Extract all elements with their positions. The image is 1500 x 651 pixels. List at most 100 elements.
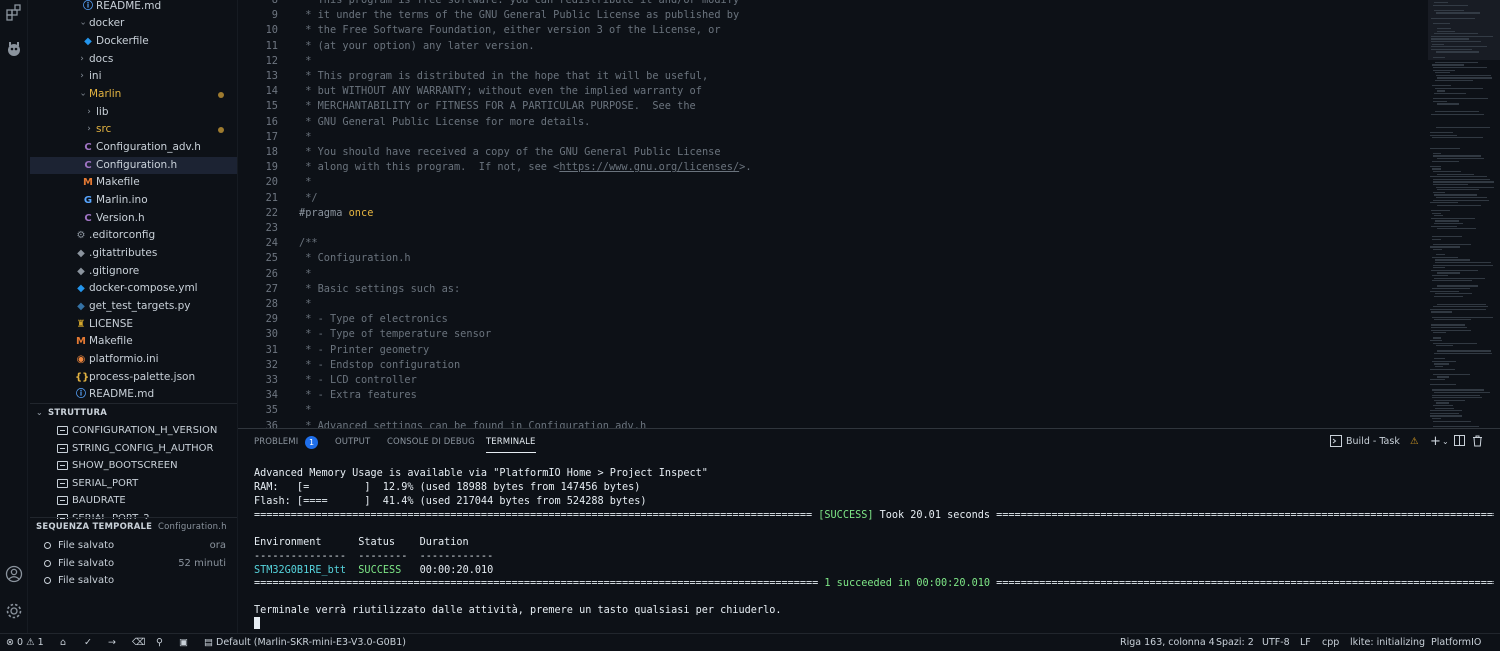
line-number: 15: [265, 100, 278, 113]
environment-selector[interactable]: ▤ Default (Marlin-SKR-mini-E3-V3.0-G0B1): [204, 634, 406, 651]
explorer-item-label: Marlin.ino: [96, 194, 148, 206]
code-text: * MERCHANTABILITY or FITNESS FOR A PARTI…: [299, 100, 696, 113]
explorer-item[interactable]: › docker: [30, 15, 237, 32]
explorer-item-label: src: [96, 123, 112, 135]
build-check-icon[interactable]: ✓: [84, 634, 92, 651]
line-ending[interactable]: LF: [1300, 634, 1311, 651]
docker-icon: ◆: [84, 36, 92, 47]
language-mode[interactable]: cpp: [1322, 634, 1339, 651]
minimap-line: [1437, 30, 1455, 32]
code-text: * Configuration.h: [299, 252, 411, 265]
timeline-item[interactable]: File salvato: [30, 572, 237, 589]
explorer-item[interactable]: C Version.h: [30, 210, 237, 227]
explorer-item[interactable]: ◆ get_test_targets.py: [30, 298, 237, 315]
minimap-line: [1432, 418, 1441, 420]
explorer-item[interactable]: G Marlin.ino: [30, 192, 237, 209]
minimap-line: [1430, 176, 1487, 178]
tab-output[interactable]: OUTPUT: [335, 435, 370, 449]
explorer-item[interactable]: ♜ LICENSE: [30, 316, 237, 333]
outline-item[interactable]: CONFIGURATION_H_VERSION: [30, 422, 237, 439]
explorer-item[interactable]: ⓘ README.md: [30, 386, 237, 403]
minimap-line: [1433, 184, 1468, 186]
explorer-item-label: Configuration.h: [96, 159, 178, 171]
tab-debug-console[interactable]: CONSOLE DI DEBUG: [387, 435, 475, 449]
minimap-line: [1430, 202, 1458, 204]
outline-section-header[interactable]: ⌄ STRUTTURA: [30, 403, 237, 421]
license-link[interactable]: https://www.gnu.org/licenses/: [559, 161, 739, 173]
timeline-item-label: File salvato: [58, 540, 115, 551]
minimap[interactable]: [1428, 0, 1500, 428]
minimap-line: [1430, 132, 1453, 134]
minimap-line: [1434, 363, 1449, 365]
status-bar: ⊗ 0 ⚠ 1 ⌂ ✓ → ⌫ ⚲ ▣ ▤ Default (Marlin-SK…: [0, 633, 1500, 651]
extensions-icon[interactable]: [4, 4, 24, 24]
explorer-item[interactable]: C Configuration_adv.h: [30, 139, 237, 156]
minimap-line: [1431, 311, 1452, 313]
minimap-line: [1435, 87, 1483, 89]
line-number: 14: [265, 85, 278, 98]
platformio-status[interactable]: PlatformIO: [1431, 634, 1481, 651]
minimap-line: [1433, 264, 1493, 266]
explorer-item[interactable]: M Makefile: [30, 333, 237, 350]
home-icon[interactable]: ⌂: [60, 634, 66, 651]
minimap-line: [1431, 48, 1472, 50]
code-line: 26 *: [238, 267, 1428, 282]
terminal-cursor[interactable]: [254, 617, 260, 629]
code-editor[interactable]: 8 * This program is free software: you c…: [238, 0, 1500, 428]
trash-icon[interactable]: [1472, 435, 1483, 452]
explorer-item[interactable]: ◉ platformio.ini: [30, 351, 237, 368]
minimap-line: [1435, 220, 1459, 222]
outline-item[interactable]: SHOW_BOOTSCREEN: [30, 457, 237, 474]
explorer-item[interactable]: ◆ docker-compose.yml: [30, 280, 237, 297]
terminal-icon[interactable]: [1330, 435, 1342, 452]
platformio-icon[interactable]: [4, 40, 24, 60]
lsp-status[interactable]: lkite: initializing: [1350, 634, 1425, 651]
chevron-down-icon[interactable]: ⌄: [1442, 435, 1449, 449]
settings-gear-icon[interactable]: [4, 602, 24, 622]
serial-terminal-icon[interactable]: ▣: [179, 634, 188, 651]
constant-symbol-icon: [57, 443, 68, 453]
account-icon[interactable]: [4, 565, 24, 585]
explorer-item[interactable]: C Configuration.h: [30, 157, 237, 174]
code-line: 31 * - Printer geometry: [238, 343, 1428, 358]
timeline-section-header[interactable]: ⌄ SEQUENZA TEMPORALE Configuration.h: [30, 517, 237, 535]
explorer-item[interactable]: ⓘ README.md: [30, 0, 237, 15]
cursor-position[interactable]: Riga 163, colonna 4: [1120, 634, 1215, 651]
plug-icon[interactable]: ⚲: [156, 634, 163, 651]
outline-title: STRUTTURA: [48, 408, 107, 418]
explorer-item[interactable]: › ini: [30, 68, 237, 85]
explorer-item[interactable]: ◆ .gitattributes: [30, 245, 237, 262]
split-icon[interactable]: [1454, 435, 1465, 451]
encoding[interactable]: UTF-8: [1262, 634, 1290, 651]
task-label[interactable]: Build - Task: [1346, 435, 1400, 449]
explorer-item[interactable]: M Makefile: [30, 174, 237, 191]
outline-item[interactable]: BAUDRATE: [30, 492, 237, 509]
tab-problems[interactable]: PROBLEMI: [254, 435, 298, 449]
minimap-line: [1433, 98, 1488, 100]
line-number: 11: [265, 39, 278, 52]
tab-terminal[interactable]: TERMINALE: [486, 435, 536, 453]
clean-trash-icon[interactable]: ⌫: [132, 634, 145, 651]
explorer-item[interactable]: › src: [30, 121, 237, 138]
problems-status[interactable]: ⊗ 0 ⚠ 1: [6, 634, 44, 651]
chevron-right-icon: ›: [87, 124, 91, 134]
upload-arrow-icon[interactable]: →: [108, 634, 116, 651]
explorer-item[interactable]: › lib: [30, 104, 237, 121]
explorer-item[interactable]: {} process-palette.json: [30, 369, 237, 386]
success-text: Took 20.01 seconds: [873, 510, 997, 521]
explorer-item[interactable]: ⚙ .editorconfig: [30, 227, 237, 244]
explorer-item[interactable]: ◆ Dockerfile: [30, 33, 237, 50]
explorer-item[interactable]: › docs: [30, 51, 237, 68]
explorer-item[interactable]: › Marlin: [30, 86, 237, 103]
code-line: 16 * GNU General Public License for more…: [238, 115, 1428, 130]
timeline-item[interactable]: File salvato 52 minuti: [30, 555, 237, 572]
add-icon[interactable]: +: [1430, 435, 1441, 449]
explorer-item[interactable]: ◆ .gitignore: [30, 263, 237, 280]
outline-item[interactable]: SERIAL_PORT: [30, 475, 237, 492]
outline-item[interactable]: STRING_CONFIG_H_AUTHOR: [30, 440, 237, 457]
explorer-item-label: README.md: [96, 0, 162, 12]
indentation[interactable]: Spazi: 2: [1216, 634, 1254, 651]
minimap-line: [1432, 85, 1451, 87]
timeline-item[interactable]: File salvato ora: [30, 537, 237, 554]
chevron-down-icon: ›: [77, 92, 88, 97]
